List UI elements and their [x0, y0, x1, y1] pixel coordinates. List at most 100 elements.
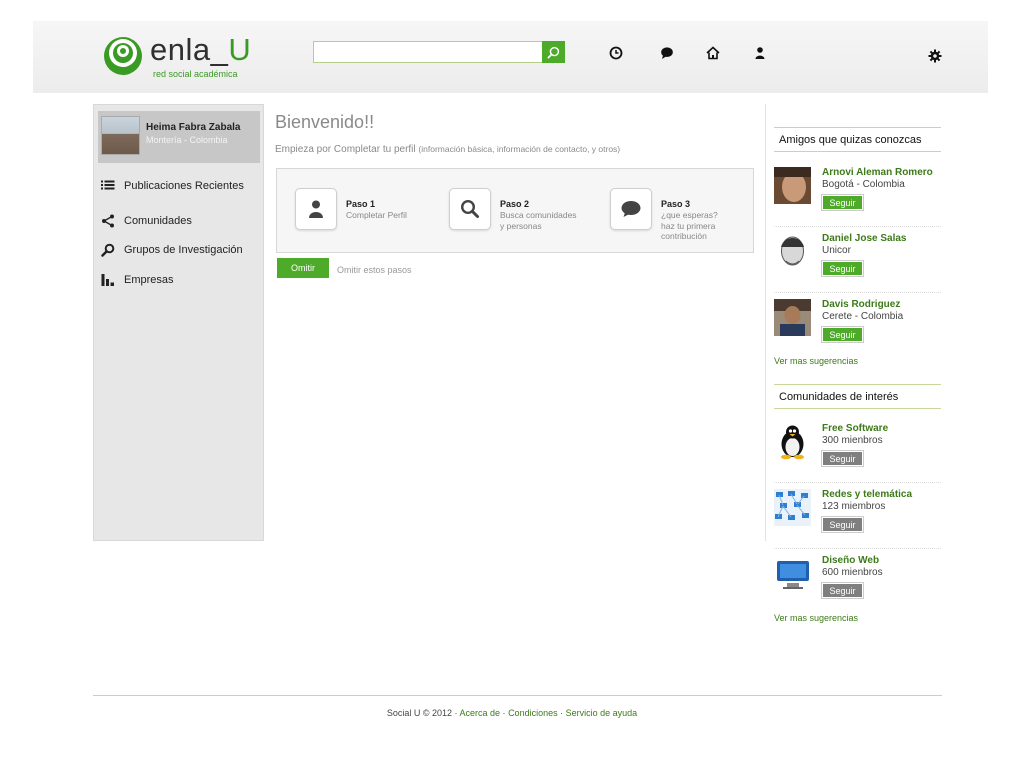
sidebar-item-label: Publicaciones Recientes: [124, 180, 244, 192]
more-friend-suggestions-link[interactable]: Ver mas sugerencias: [774, 356, 858, 366]
sidebar-item-label: Grupos de Investigación: [124, 244, 243, 256]
nav-settings[interactable]: [927, 48, 943, 64]
more-community-suggestions-link[interactable]: Ver mas sugerencias: [774, 613, 858, 623]
friend-avatar[interactable]: [774, 299, 811, 336]
community-name[interactable]: Diseño Web: [822, 555, 879, 566]
speech-bubble-icon: [621, 201, 641, 217]
omit-steps-link[interactable]: Omitir estos pasos: [337, 265, 412, 275]
follow-button[interactable]: Seguir: [821, 450, 864, 467]
step-desc-line: haz tu primera: [661, 220, 716, 231]
friend-name[interactable]: Arnovi Aleman Romero: [822, 167, 933, 178]
friend-avatar[interactable]: [774, 167, 811, 204]
friend-info: Bogotá - Colombia: [822, 179, 905, 190]
page-title: Bienvenido!!: [275, 112, 375, 132]
sidebar-item-grupos[interactable]: Grupos de Investigación: [100, 241, 260, 259]
step-title: Paso 1: [346, 199, 376, 209]
magnifier-icon: [100, 242, 116, 258]
footer-link-about[interactable]: Acerca de: [460, 708, 501, 718]
step-desc-line: Completar Perfil: [346, 210, 407, 220]
sidebar-item-label: Empresas: [124, 274, 174, 286]
share-icon: [100, 213, 116, 229]
communities-heading: Comunidades de interés: [774, 384, 941, 409]
step-1-button[interactable]: [295, 188, 337, 230]
logo-mark-icon: [104, 37, 142, 75]
friend-avatar[interactable]: [774, 233, 811, 270]
step-3-button[interactable]: [610, 188, 652, 230]
community-name[interactable]: Redes y telemática: [822, 489, 912, 500]
logo-accent: U: [228, 32, 252, 67]
community-members: 600 mienbros: [822, 567, 883, 578]
footer-divider: [93, 695, 942, 696]
footer-link-help[interactable]: Servicio de ayuda: [566, 708, 638, 718]
tux-penguin-icon[interactable]: [774, 423, 811, 460]
step-desc: Completar Perfil: [346, 210, 407, 221]
footer-separator: ·: [502, 708, 506, 718]
community-name[interactable]: Free Software: [822, 423, 888, 434]
follow-button[interactable]: Seguir: [821, 326, 864, 343]
nav-profile[interactable]: [752, 45, 768, 61]
logo-tagline: red social académica: [153, 69, 238, 79]
friend-suggestion: Arnovi Aleman Romero Bogotá - Colombia S…: [774, 167, 941, 227]
welcome-subtitle: Empieza por Completar tu perfil (informa…: [275, 144, 620, 155]
friend-info: Cerete - Colombia: [822, 311, 904, 322]
welcome-subtitle-note: (información básica, información de cont…: [418, 144, 621, 154]
step-2-button[interactable]: [449, 188, 491, 230]
search-icon: [460, 199, 479, 218]
step-title: Paso 2: [500, 199, 530, 209]
user-icon: [755, 47, 765, 59]
follow-button[interactable]: Seguir: [821, 260, 864, 277]
friend-suggestion: Daniel Jose Salas Unicor Seguir: [774, 233, 941, 293]
logo[interactable]: enla_U red social académica: [103, 32, 263, 84]
friend-info: Unicor: [822, 245, 851, 256]
chat-icon: [661, 47, 673, 59]
step-desc: Busca comunidades y personas: [500, 210, 577, 231]
step-desc-line: contribución: [661, 231, 707, 241]
follow-button[interactable]: Seguir: [821, 516, 864, 533]
person-icon: [309, 200, 323, 218]
friend-name[interactable]: Davis Rodriguez: [822, 299, 900, 310]
friend-suggestion: Davis Rodriguez Cerete - Colombia Seguir: [774, 299, 941, 359]
sidebar-item-publicaciones[interactable]: Publicaciones Recientes: [100, 177, 260, 195]
clock-icon: [609, 46, 623, 60]
logo-name: enla_: [150, 32, 229, 67]
sidebar-item-comunidades[interactable]: Comunidades: [100, 212, 260, 230]
web-design-icon[interactable]: [774, 555, 811, 592]
sidebar-item-label: Comunidades: [124, 215, 192, 227]
footer-separator: ·: [560, 708, 564, 718]
step-desc-line: y personas: [500, 220, 542, 231]
profile-name: Heima Fabra Zabala: [146, 122, 241, 133]
left-sidebar: Heima Fabra Zabala Montería - Colombia P…: [93, 104, 264, 541]
friend-name[interactable]: Daniel Jose Salas: [822, 233, 907, 244]
sidebar-item-empresas[interactable]: Empresas: [100, 271, 260, 289]
nav-home[interactable]: [705, 45, 721, 61]
footer-link-terms[interactable]: Condiciones: [508, 708, 558, 718]
top-header: enla_U red social académica: [33, 21, 988, 93]
footer-copyright: Social U © 2012 ·: [386, 708, 458, 718]
step-desc: ¿que esperas? haz tu primera contribució…: [661, 210, 718, 242]
search-input[interactable]: [313, 41, 543, 63]
community-members: 300 mienbros: [822, 435, 883, 446]
profile-card[interactable]: Heima Fabra Zabala Montería - Colombia: [98, 111, 260, 163]
avatar: [101, 116, 140, 155]
community-suggestion: Diseño Web 600 mienbros Seguir: [774, 555, 941, 615]
onboarding-steps: Paso 1 Completar Perfil Paso 2 Busca com…: [276, 168, 754, 253]
bar-chart-icon: [100, 272, 116, 288]
search-button[interactable]: [542, 41, 565, 63]
nav-messages[interactable]: [659, 45, 675, 61]
welcome-subtitle-text: Empieza por Completar tu perfil: [275, 144, 416, 155]
community-suggestion: Free Software 300 mienbros Seguir: [774, 423, 941, 483]
search-icon: [547, 46, 560, 58]
step-title: Paso 3: [661, 199, 691, 209]
right-divider: [765, 104, 766, 541]
follow-button[interactable]: Seguir: [821, 194, 864, 211]
network-icon[interactable]: [774, 489, 811, 526]
footer: Social U © 2012 · Acerca de · Condicione…: [0, 708, 1024, 718]
community-suggestion: Redes y telemática 123 miembros Seguir: [774, 489, 941, 549]
search-bar: [313, 41, 565, 63]
home-icon: [706, 46, 720, 60]
nav-history[interactable]: [608, 45, 624, 61]
community-members: 123 miembros: [822, 501, 886, 512]
gear-icon: [928, 49, 942, 63]
follow-button[interactable]: Seguir: [821, 582, 864, 599]
omit-button[interactable]: Omitir: [277, 258, 329, 278]
